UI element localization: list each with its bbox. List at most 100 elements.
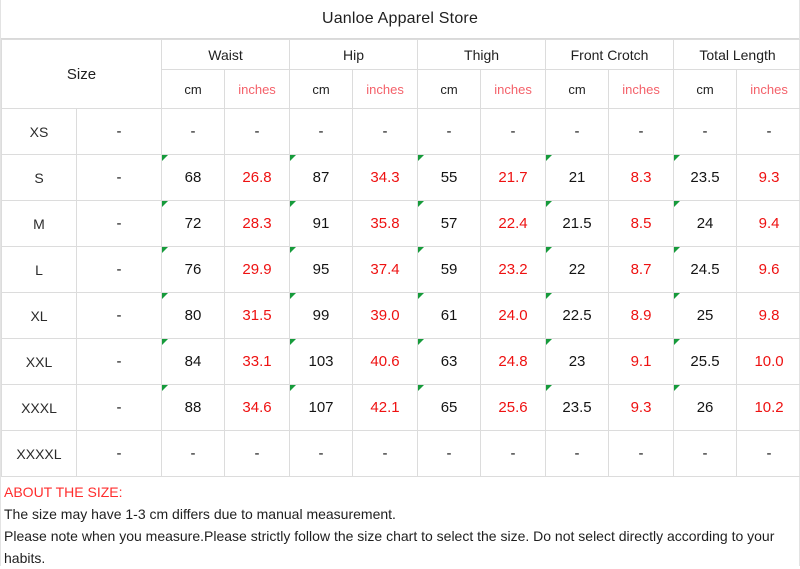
unit-header-length-in: inches [737,70,800,109]
cell-crotch-in: 9.1 [609,339,674,385]
cell-waist-cm: 80 [162,293,225,339]
title-bar: Uanloe Apparel Store [1,0,799,39]
cell-thigh-cm: 65 [418,385,481,431]
size-label-cell: XL [2,293,77,339]
size-label-cell: M [2,201,77,247]
cell-length-cm: 25 [674,293,737,339]
unit-header-length-cm: cm [674,70,737,109]
cell-waist-cm: 76 [162,247,225,293]
table-row: XL-8031.59939.06124.022.58.9259.8 [2,293,800,339]
table-row: S-6826.88734.35521.7218.323.59.3 [2,155,800,201]
table-row: M-7228.39135.85722.421.58.5249.4 [2,201,800,247]
size-label-cell: XXXL [2,385,77,431]
cell-hip-in: 40.6 [353,339,418,385]
cell-thigh-cm: - [418,431,481,477]
cell-thigh-cm: - [418,109,481,155]
cell-thigh-cm: 57 [418,201,481,247]
cell-thigh-in: 23.2 [481,247,546,293]
cell-hip-cm: 99 [290,293,353,339]
cell-length-in: 10.2 [737,385,800,431]
cell-crotch-cm: 21 [546,155,609,201]
cell-waist-in: - [225,431,290,477]
cell-thigh-cm: 59 [418,247,481,293]
unit-header-waist-in: inches [225,70,290,109]
unit-header-crotch-in: inches [609,70,674,109]
cell-waist-cm: 84 [162,339,225,385]
cell-hip-in: 35.8 [353,201,418,247]
size-spacer-cell: - [77,339,162,385]
notes-heading: ABOUT THE SIZE: [4,481,796,503]
column-group-thigh: Thigh [418,40,546,70]
cell-length-cm: 24.5 [674,247,737,293]
size-label-cell: XXXXL [2,431,77,477]
cell-waist-in: 28.3 [225,201,290,247]
cell-hip-in: 39.0 [353,293,418,339]
cell-crotch-cm: 23 [546,339,609,385]
cell-waist-cm: 88 [162,385,225,431]
size-spacer-cell: - [77,201,162,247]
cell-hip-cm: - [290,109,353,155]
cell-crotch-cm: 22 [546,247,609,293]
cell-hip-in: 37.4 [353,247,418,293]
cell-crotch-in: 8.5 [609,201,674,247]
cell-thigh-cm: 55 [418,155,481,201]
table-row: L-7629.99537.45923.2228.724.59.6 [2,247,800,293]
cell-length-in: 9.3 [737,155,800,201]
column-header-size: Size [2,40,162,109]
cell-length-cm: - [674,109,737,155]
unit-header-waist-cm: cm [162,70,225,109]
size-label-cell: XXL [2,339,77,385]
cell-waist-in: 29.9 [225,247,290,293]
cell-waist-cm: - [162,431,225,477]
cell-crotch-cm: 22.5 [546,293,609,339]
cell-thigh-in: - [481,109,546,155]
cell-waist-cm: 68 [162,155,225,201]
cell-length-in: 9.4 [737,201,800,247]
cell-hip-cm: 95 [290,247,353,293]
cell-hip-cm: 87 [290,155,353,201]
cell-crotch-cm: - [546,109,609,155]
cell-length-cm: 24 [674,201,737,247]
cell-crotch-cm: 23.5 [546,385,609,431]
unit-header-hip-cm: cm [290,70,353,109]
cell-length-in: - [737,431,800,477]
cell-crotch-in: 8.7 [609,247,674,293]
table-head: Size Waist Hip Thigh Front Crotch Total … [2,40,800,109]
cell-thigh-in: 24.8 [481,339,546,385]
column-group-front-crotch: Front Crotch [546,40,674,70]
cell-thigh-in: 25.6 [481,385,546,431]
table-body: XS-----------S-6826.88734.35521.7218.323… [2,109,800,477]
size-spacer-cell: - [77,431,162,477]
table-row: XXL-8433.110340.66324.8239.125.510.0 [2,339,800,385]
cell-thigh-cm: 63 [418,339,481,385]
cell-hip-cm: 91 [290,201,353,247]
cell-thigh-in: 21.7 [481,155,546,201]
unit-header-thigh-cm: cm [418,70,481,109]
cell-hip-in: - [353,431,418,477]
cell-crotch-cm: 21.5 [546,201,609,247]
cell-length-in: 9.8 [737,293,800,339]
table-row: XXXXL----------- [2,431,800,477]
cell-hip-cm: 103 [290,339,353,385]
cell-crotch-in: 8.9 [609,293,674,339]
column-group-total-length: Total Length [674,40,800,70]
cell-waist-cm: 72 [162,201,225,247]
unit-header-thigh-in: inches [481,70,546,109]
size-spacer-cell: - [77,385,162,431]
unit-header-crotch-cm: cm [546,70,609,109]
cell-crotch-in: - [609,431,674,477]
notes-line-1: The size may have 1-3 cm differs due to … [4,503,796,525]
table-row: XXXL-8834.610742.16525.623.59.32610.2 [2,385,800,431]
cell-waist-in: 34.6 [225,385,290,431]
size-spacer-cell: - [77,109,162,155]
cell-thigh-in: 24.0 [481,293,546,339]
cell-length-cm: - [674,431,737,477]
unit-header-hip-in: inches [353,70,418,109]
cell-crotch-in: 8.3 [609,155,674,201]
size-spacer-cell: - [77,293,162,339]
cell-crotch-cm: - [546,431,609,477]
notes-line-2: Please note when you measure.Please stri… [4,525,796,547]
cell-thigh-cm: 61 [418,293,481,339]
cell-length-in: 9.6 [737,247,800,293]
size-spacer-cell: - [77,247,162,293]
